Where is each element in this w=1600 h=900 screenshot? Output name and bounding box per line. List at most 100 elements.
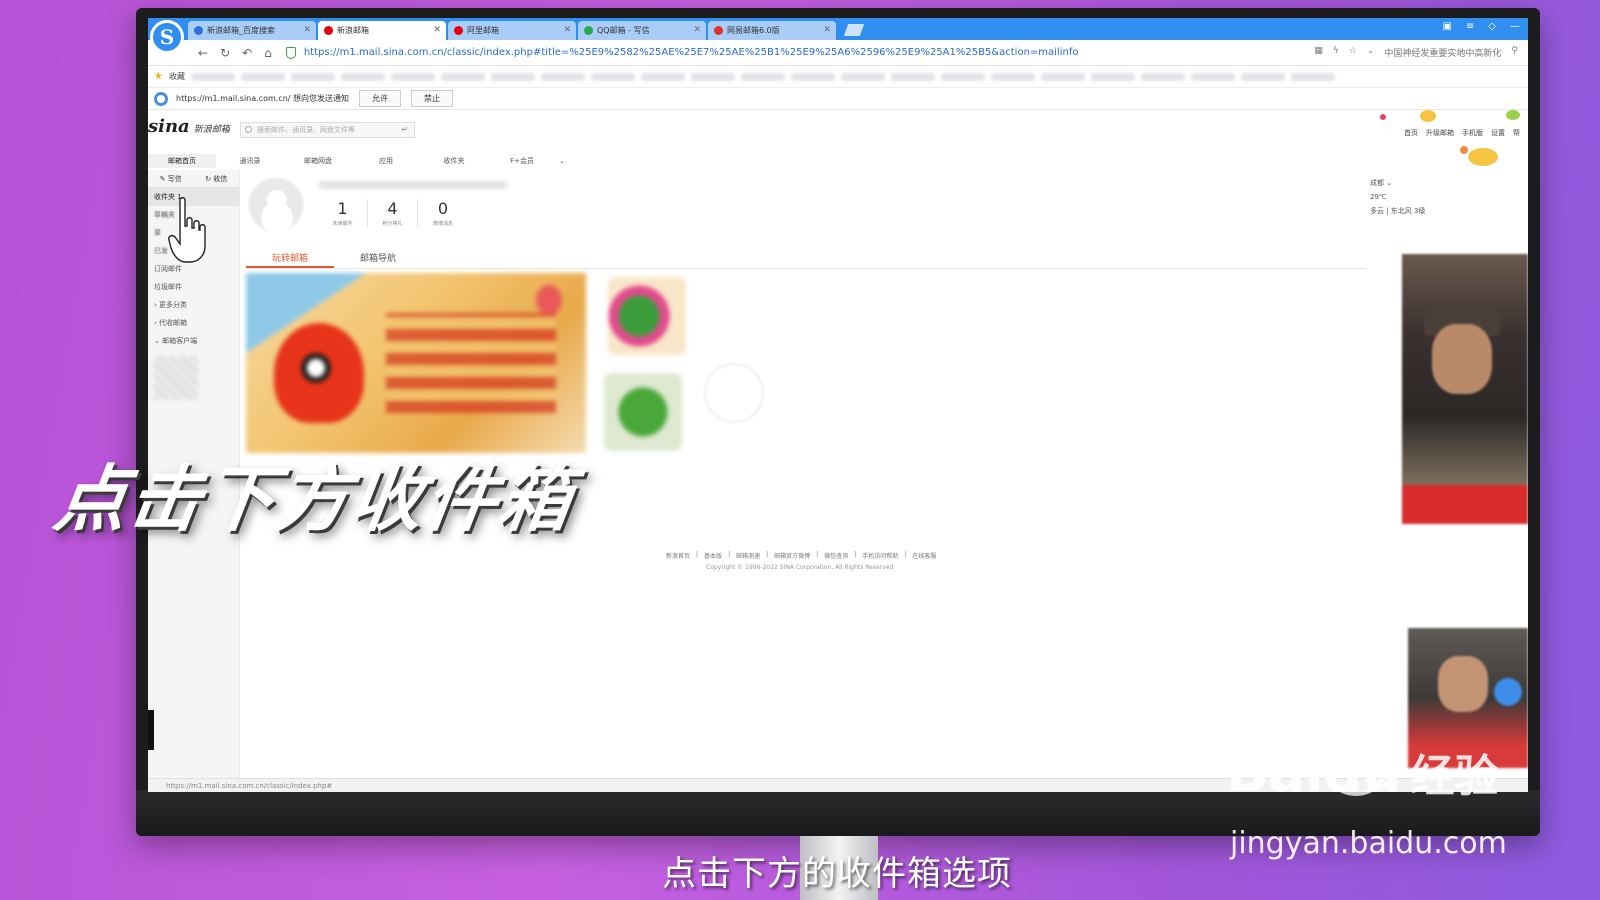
top-link-help[interactable]: 帮: [1513, 128, 1520, 138]
bookmark-item[interactable]: [790, 72, 835, 81]
promo-card[interactable]: [608, 277, 686, 355]
bookmark-item[interactable]: [1140, 72, 1185, 81]
allow-button[interactable]: 允许: [359, 90, 402, 107]
bookmark-item[interactable]: [990, 72, 1035, 81]
tab-vip[interactable]: F+会员: [488, 154, 556, 168]
url-text[interactable]: https://m1.mail.sina.com.cn/classic/inde…: [304, 47, 1079, 58]
footer-link[interactable]: 在线客服: [912, 551, 936, 560]
tab-ali-mail[interactable]: 阿里邮箱 ✕: [448, 21, 576, 40]
tab-163-mail[interactable]: 网易邮箱6.0版 ✕: [708, 21, 836, 40]
new-tab-button[interactable]: [843, 24, 865, 36]
tab-contacts[interactable]: 通讯录: [216, 154, 284, 168]
footer-link[interactable]: 手机访问帮助: [862, 551, 898, 560]
star-icon[interactable]: ☆: [1349, 46, 1357, 59]
enter-icon[interactable]: ↵: [401, 125, 408, 134]
sina-logo[interactable]: sina 新浪邮箱: [148, 116, 230, 137]
top-link-mobile[interactable]: 手机版: [1462, 128, 1483, 138]
chevron-down-icon[interactable]: ⌄: [556, 154, 568, 168]
bookmark-item[interactable]: [440, 72, 485, 81]
bookmark-item[interactable]: [340, 72, 385, 81]
stat-points[interactable]: 4 积分换礼: [368, 199, 418, 227]
stat-unread[interactable]: 1 未读邮件: [318, 199, 368, 227]
footer-sep: |: [904, 551, 907, 558]
weather-widget[interactable]: 成都 ⌄ 29℃ 多云 | 东北风 3级: [1370, 176, 1426, 218]
folder-more[interactable]: › 更多分类: [148, 296, 239, 314]
tab-sina-mail[interactable]: 新浪邮箱 ✕: [318, 21, 446, 40]
subtab-mail-nav[interactable]: 邮箱导航: [334, 251, 422, 268]
ad-image[interactable]: [1402, 254, 1528, 524]
close-icon[interactable]: ✕: [433, 25, 441, 35]
avatar[interactable]: [248, 177, 304, 233]
tab-qq-mail[interactable]: QQ邮箱 - 写信 ✕: [578, 21, 706, 40]
top-link-upgrade[interactable]: 升级邮箱: [1426, 128, 1454, 138]
undo-icon[interactable]: ↶: [242, 46, 252, 60]
folder-proxy[interactable]: › 代收邮箱: [148, 314, 239, 332]
refresh-icon[interactable]: ↻: [220, 46, 230, 60]
tab-netdisk[interactable]: 邮箱网盘: [284, 154, 352, 168]
grid-icon[interactable]: ▦: [1314, 46, 1323, 59]
tab-label: 新浪邮箱: [337, 26, 369, 35]
home-icon[interactable]: ⌂: [264, 46, 272, 60]
lightning-icon[interactable]: ϟ: [1333, 46, 1339, 59]
minimize-icon[interactable]: —: [1510, 21, 1520, 32]
browser-logo-icon[interactable]: S: [150, 20, 184, 54]
bookmark-item[interactable]: [540, 72, 585, 81]
receive-button[interactable]: ↻ 收信: [194, 174, 240, 184]
search-placeholder: 搜索邮件、通讯录、网盘文件等: [257, 126, 355, 134]
close-icon[interactable]: ✕: [303, 25, 311, 35]
promo-card[interactable]: [604, 373, 682, 451]
subtab-play-mail[interactable]: 玩转邮箱: [246, 251, 334, 268]
bookmark-item[interactable]: [240, 72, 285, 81]
stat-weibo[interactable]: 0 微博消息: [418, 199, 468, 227]
decoration-dot: [1380, 114, 1386, 120]
bookmark-item[interactable]: [1240, 72, 1285, 81]
promo-banner[interactable]: [246, 273, 586, 453]
bookmark-item[interactable]: [490, 72, 535, 81]
bookmark-item[interactable]: [1090, 72, 1135, 81]
bookmark-item[interactable]: [1190, 72, 1235, 81]
back-icon[interactable]: ←: [198, 46, 208, 60]
top-link-home[interactable]: 首页: [1404, 128, 1418, 138]
chevron-down-icon[interactable]: ⌄: [1367, 46, 1375, 59]
footer-link[interactable]: 邮箱测速: [736, 551, 760, 560]
close-icon[interactable]: ✕: [823, 25, 831, 35]
footer-link[interactable]: 邮箱官方微博: [774, 551, 810, 560]
menu-icon[interactable]: ≡: [1466, 21, 1474, 32]
tab-apps[interactable]: 应用: [352, 154, 420, 168]
bookmark-item[interactable]: [740, 72, 785, 81]
bookmark-item[interactable]: [1290, 72, 1335, 81]
bookmark-item[interactable]: [940, 72, 985, 81]
bookmark-item[interactable]: [290, 72, 335, 81]
folder-client[interactable]: ⌄ 邮箱客户端: [148, 332, 239, 350]
footer-link[interactable]: 微信查询: [824, 551, 848, 560]
bookmark-item[interactable]: [890, 72, 935, 81]
bookmark-item[interactable]: [590, 72, 635, 81]
footer-link[interactable]: 基本版: [704, 551, 722, 560]
deny-button[interactable]: 禁止: [411, 90, 454, 107]
bookmark-item[interactable]: [840, 72, 885, 81]
sina-logo-sub: 新浪邮箱: [193, 125, 230, 135]
top-link-settings[interactable]: 设置: [1491, 128, 1505, 138]
close-icon[interactable]: ✕: [563, 25, 571, 35]
weather-city[interactable]: 成都 ⌄: [1370, 176, 1426, 190]
tab-mail-home[interactable]: 邮箱首页: [148, 154, 216, 168]
bookmark-item[interactable]: [190, 72, 235, 81]
nav-right-text[interactable]: 中国神经发重要实地中高新化: [1384, 46, 1501, 59]
address-bar[interactable]: https://m1.mail.sina.com.cn/classic/inde…: [285, 46, 1079, 59]
compose-button[interactable]: ✎ 写信: [148, 174, 194, 184]
bookmarks-label[interactable]: 收藏: [169, 71, 185, 82]
bookmark-item[interactable]: [640, 72, 685, 81]
folder-spam[interactable]: 垃圾邮件: [148, 278, 239, 296]
bookmark-item[interactable]: [690, 72, 735, 81]
qr-code-image[interactable]: [154, 356, 198, 400]
tab-baidu-search[interactable]: 新浪邮箱_百度搜索 ✕: [188, 21, 316, 40]
bookmark-item[interactable]: [390, 72, 435, 81]
mail-search-input[interactable]: 搜索邮件、通讯录、网盘文件等 ↵: [240, 122, 415, 138]
shirt-icon[interactable]: ◇: [1488, 21, 1496, 32]
bookmark-item[interactable]: [1040, 72, 1085, 81]
search-icon[interactable]: ⚲: [1511, 46, 1518, 59]
footer-link[interactable]: 新浪首页: [666, 551, 690, 560]
close-icon[interactable]: ✕: [693, 25, 701, 35]
tab-inbox-folder[interactable]: 收件夹: [420, 154, 488, 168]
skin-icon[interactable]: ▣: [1442, 21, 1451, 32]
